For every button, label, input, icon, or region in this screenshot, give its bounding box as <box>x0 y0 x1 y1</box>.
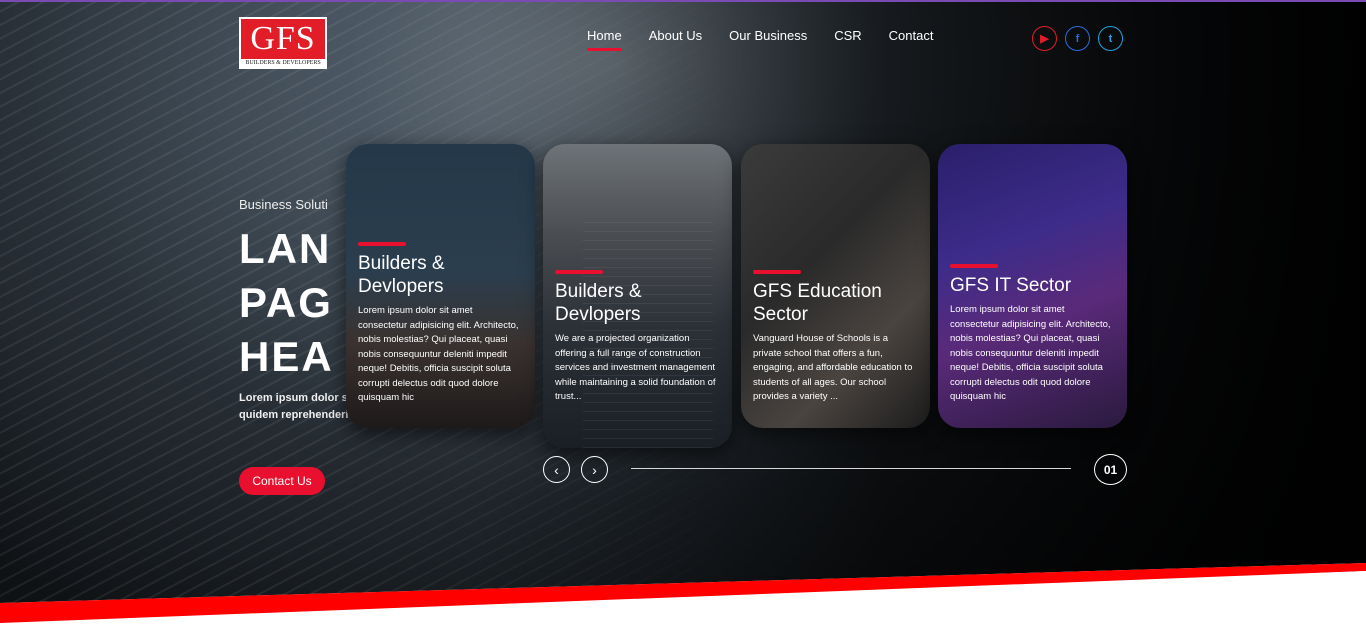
slider-prev-button[interactable]: ‹ <box>543 456 570 483</box>
card-accent-bar <box>555 270 603 274</box>
social-links: ▶ f t <box>1032 26 1123 51</box>
business-card-education[interactable]: GFS Education Sector Vanguard House of S… <box>741 144 930 428</box>
card-accent-bar <box>753 270 801 274</box>
business-card-builders-2[interactable]: Builders & Devlopers We are a projected … <box>543 144 732 448</box>
business-card-it[interactable]: GFS IT Sector Lorem ipsum dolor sit amet… <box>938 144 1127 428</box>
slide-counter: 01 <box>1094 454 1127 485</box>
card-accent-bar <box>358 242 406 246</box>
hero-subtitle: Business Soluti <box>239 197 328 212</box>
business-card-builders[interactable]: Builders & Devlopers Lorem ipsum dolor s… <box>346 144 535 428</box>
logo-tagline: BUILDERS & DEVELOPERS <box>245 60 321 66</box>
slider-progress-line <box>631 468 1071 469</box>
contact-us-button[interactable]: Contact Us <box>239 467 325 495</box>
nav-home[interactable]: Home <box>587 28 622 51</box>
hero-title-line-3: HEA <box>239 333 334 380</box>
nav-our-business[interactable]: Our Business <box>729 28 807 49</box>
nav-csr[interactable]: CSR <box>834 28 861 49</box>
card-title: GFS IT Sector <box>950 275 1072 296</box>
card-accent-bar <box>950 264 998 268</box>
bottom-wedge-decoration <box>0 563 1366 628</box>
facebook-icon[interactable]: f <box>1065 26 1090 51</box>
youtube-icon[interactable]: ▶ <box>1032 26 1057 51</box>
slider-next-button[interactable]: › <box>581 456 608 483</box>
card-text: Lorem ipsum dolor sit amet consectetur a… <box>950 304 1111 402</box>
twitter-icon[interactable]: t <box>1098 26 1123 51</box>
hero-title-line-1: LAN <box>239 222 350 276</box>
card-title: Builders & Devlopers <box>358 253 445 297</box>
nav-contact[interactable]: Contact <box>889 28 934 49</box>
chevron-left-icon: ‹ <box>554 461 559 478</box>
main-nav: Home About Us Our Business CSR Contact <box>587 28 934 51</box>
card-title: Builders & Devlopers <box>555 281 642 325</box>
card-text: We are a projected organization offering… <box>555 333 716 402</box>
card-text: Lorem ipsum dolor sit amet consectetur a… <box>358 305 519 403</box>
chevron-right-icon: › <box>592 461 597 478</box>
hero-title: LAN PAG HEA <box>239 222 350 384</box>
card-title: GFS Education Sector <box>753 281 882 325</box>
nav-about-us[interactable]: About Us <box>649 28 702 49</box>
site-logo[interactable]: GFS BUILDERS & DEVELOPERS <box>239 17 327 69</box>
top-accent-line <box>0 0 1366 2</box>
logo-mark: GFS <box>241 19 325 59</box>
card-text: Vanguard House of Schools is a private s… <box>753 333 913 402</box>
hero-title-line-2: PAG <box>239 279 333 326</box>
